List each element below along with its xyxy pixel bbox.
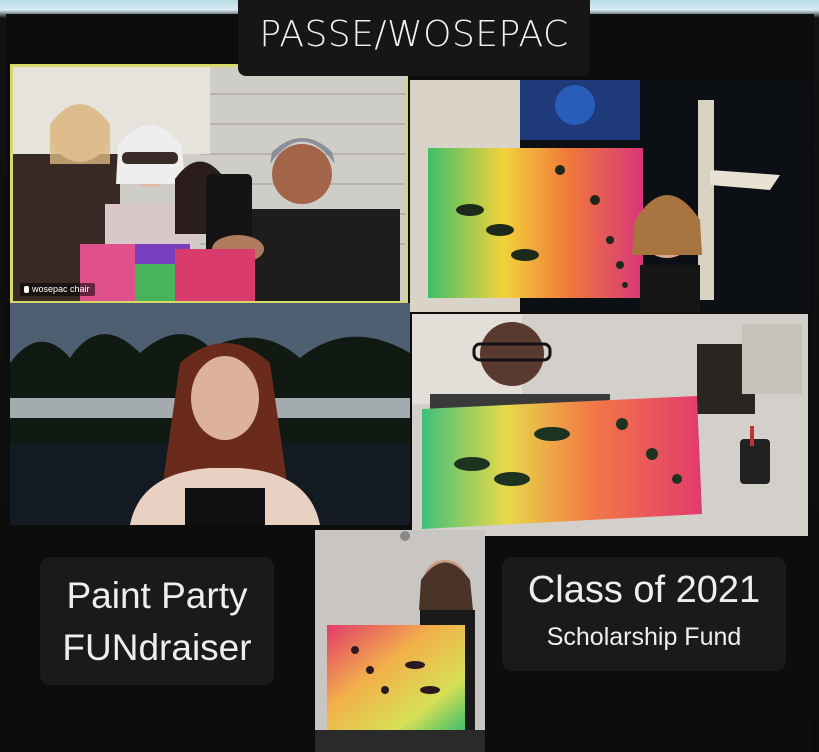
group-photo-scene [10, 64, 408, 304]
video-tile-participant-3[interactable] [10, 303, 410, 525]
participant-name-label: wosepac chair [32, 284, 90, 294]
microphone-icon [24, 286, 29, 293]
video-tile-participant-4[interactable] [412, 314, 808, 536]
page-title: PASSE/WOSEPAC [259, 14, 569, 55]
caption-line-1: Class of 2021 [527, 569, 761, 611]
video-tile-wosepac-chair[interactable]: wosepac chair [10, 64, 408, 304]
participant-name-tag: wosepac chair [20, 283, 95, 296]
video-tile-participant-2[interactable] [410, 80, 810, 312]
video-tile-participant-5[interactable] [315, 530, 485, 752]
woman-painting-scene [315, 530, 485, 752]
caption-line-1: Paint Party [66, 575, 248, 616]
man-painting-scene [412, 314, 808, 536]
caption-line-2: Scholarship Fund [546, 623, 742, 651]
caption-line-2: FUNdraiser [62, 627, 252, 668]
title-banner: PASSE/WOSEPAC [238, 0, 590, 76]
woman-dusk-scene [10, 303, 410, 525]
photo-of-screen: wosepac chair PASSE/WOSEPAC Paint Party … [0, 0, 819, 752]
painting-night-scene [410, 80, 810, 312]
caption-paint-party: Paint Party FUNdraiser [40, 557, 274, 685]
caption-scholarship: Class of 2021 Scholarship Fund [502, 557, 786, 671]
